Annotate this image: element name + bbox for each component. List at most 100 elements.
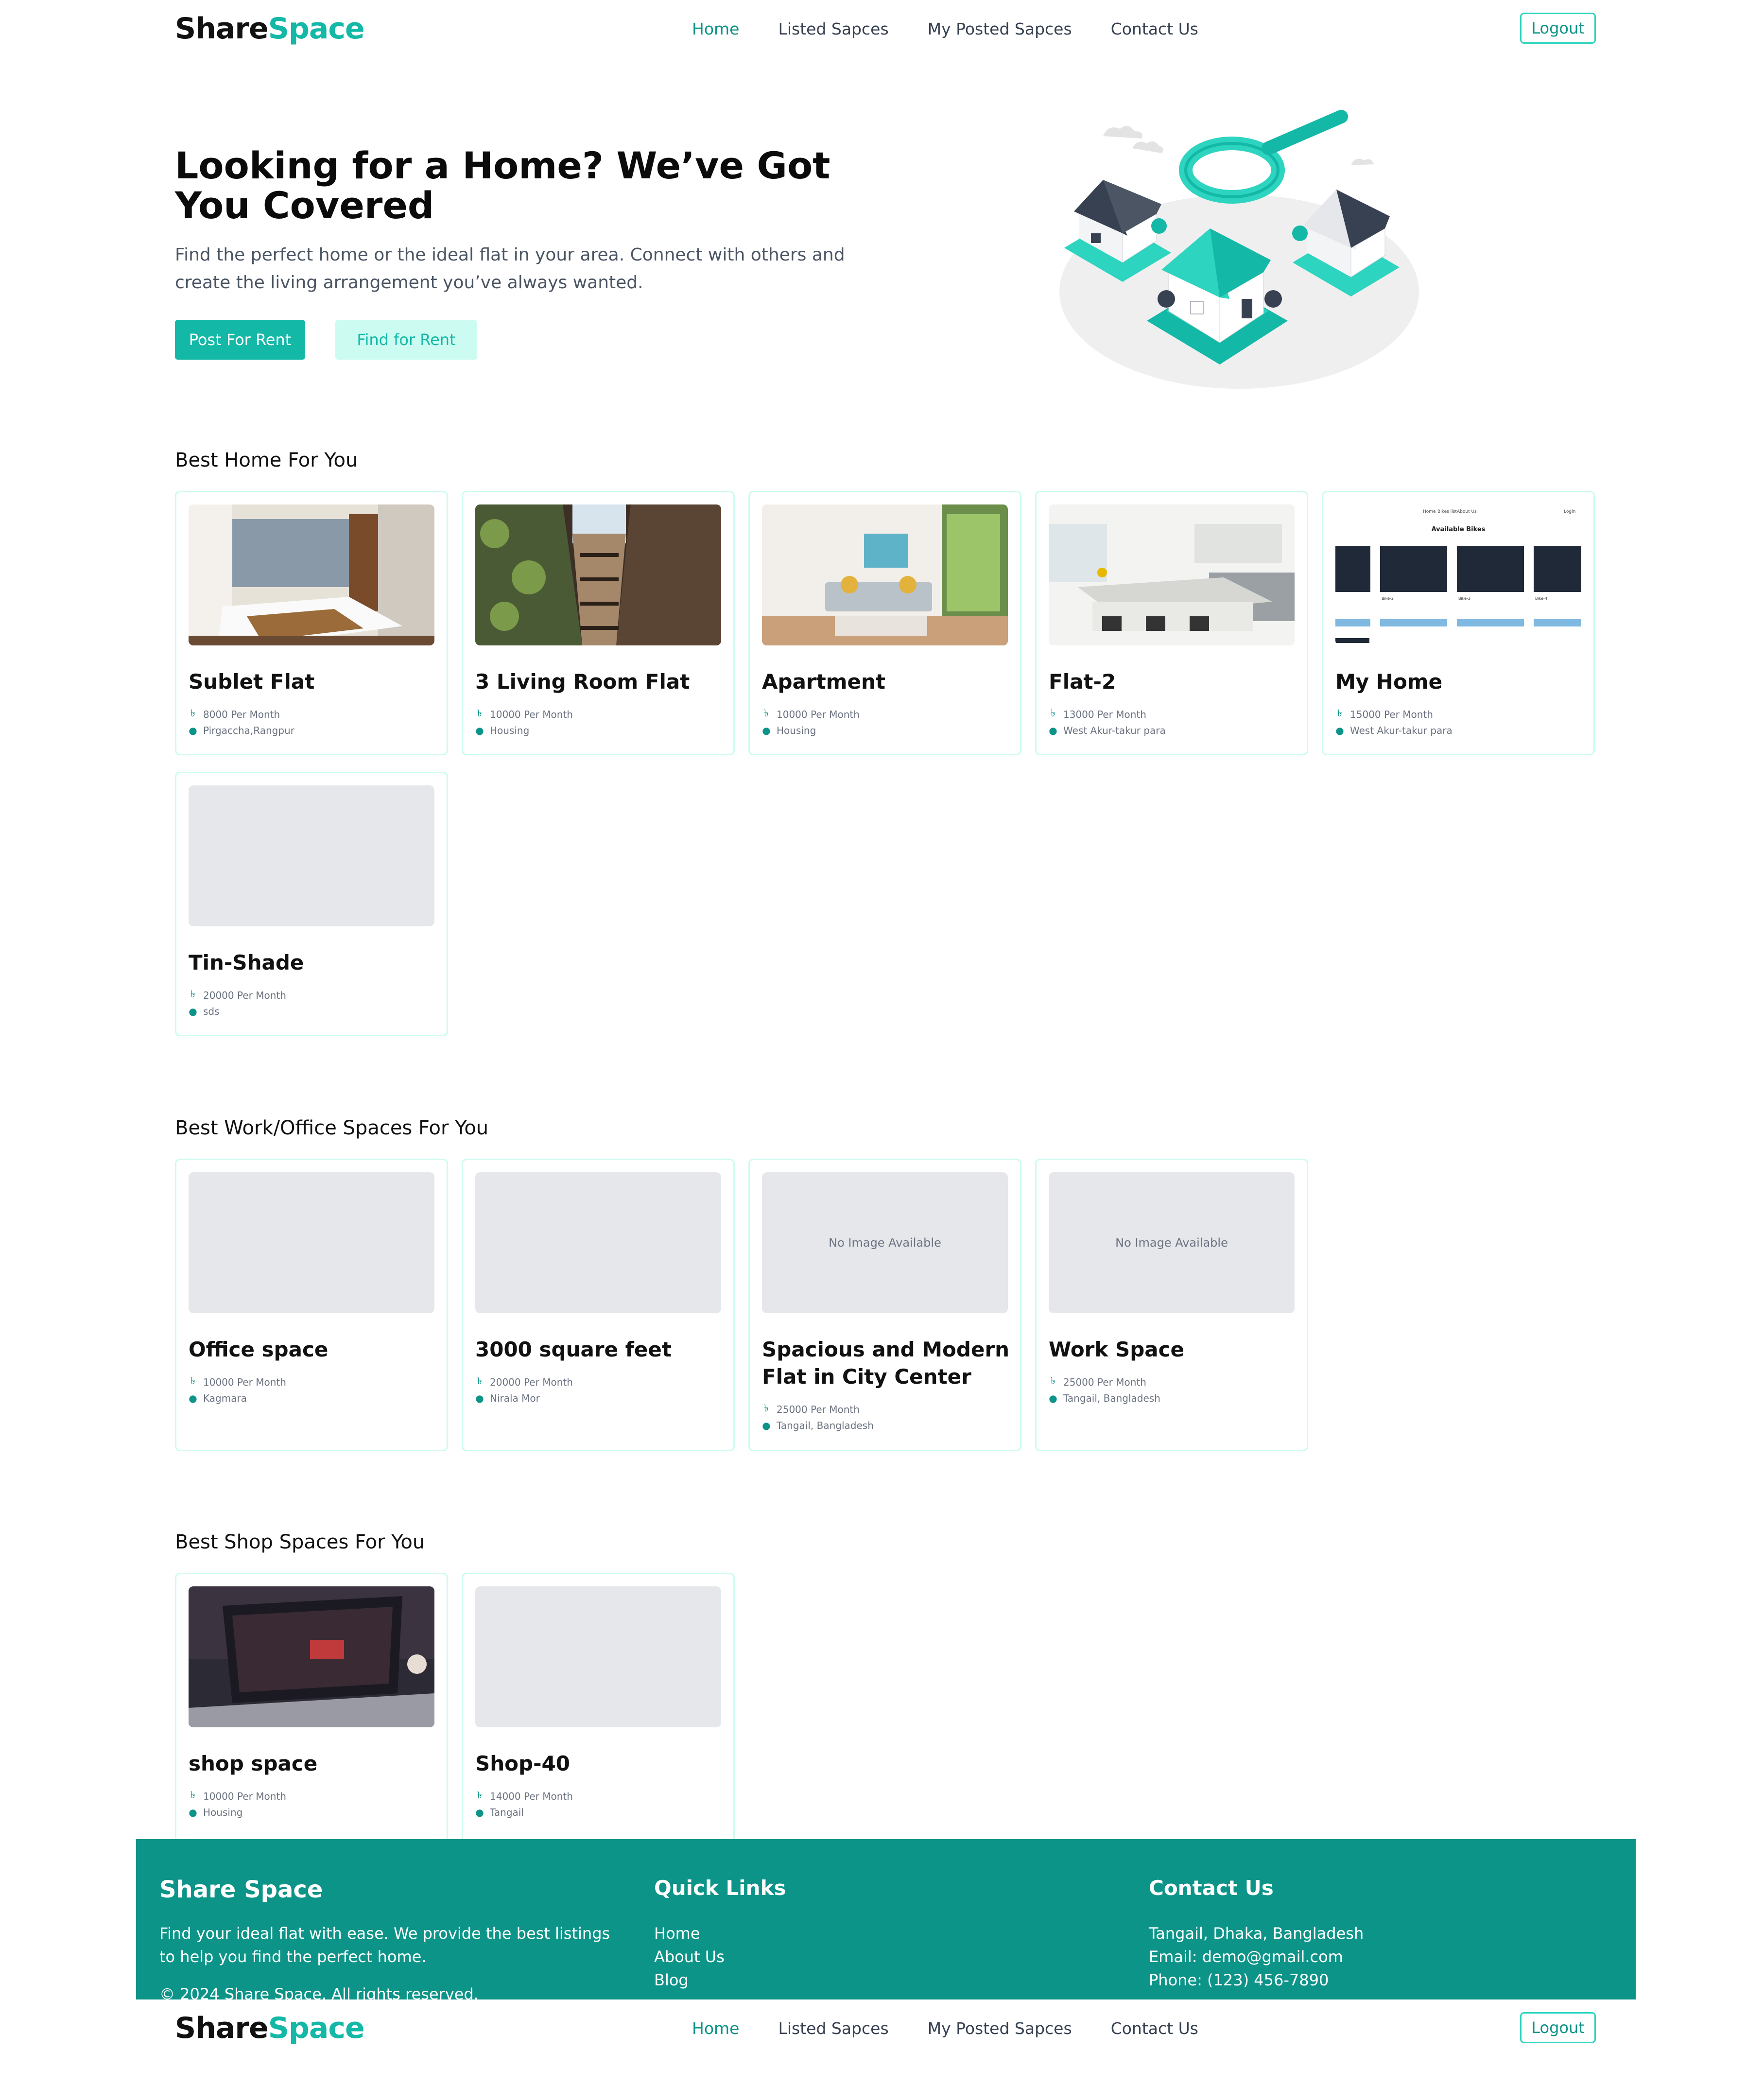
houses-search-illustration bbox=[1059, 110, 1419, 389]
location-text: West Akur-takur para bbox=[1063, 725, 1166, 736]
nav-listed-spaces[interactable]: Listed Sapces bbox=[778, 19, 888, 38]
thumb-bike-4: Bike-4 bbox=[1535, 596, 1547, 601]
thumb-login: Login bbox=[1564, 509, 1575, 514]
location-text: Kagmara bbox=[203, 1392, 247, 1404]
price-text: 20000 Per Month bbox=[203, 989, 286, 1001]
map-pin-icon: ● bbox=[762, 1420, 771, 1431]
listing-location: ● Pirgaccha,Rangpur bbox=[189, 725, 294, 736]
nav-my-posted-spaces[interactable]: My Posted Sapces bbox=[928, 2019, 1072, 2038]
logout-button[interactable]: Logout bbox=[1520, 13, 1596, 44]
brand-part-space: Space bbox=[268, 2011, 365, 2045]
hero-illustration bbox=[1050, 107, 1429, 399]
taka-icon: ৳ bbox=[764, 1402, 769, 1414]
map-pin-icon: ● bbox=[189, 1807, 197, 1818]
no-image-text: No Image Available bbox=[1115, 1236, 1228, 1250]
map-pin-icon: ● bbox=[1049, 1392, 1057, 1404]
brand-part-share: Share bbox=[175, 2011, 269, 2045]
price-text: 10000 Per Month bbox=[203, 1790, 286, 1802]
shop-card-shop-40[interactable]: Shop-40 ৳ 14000 Per Month ● Tangail bbox=[462, 1573, 735, 1845]
footer-contact-title: Contact Us bbox=[1149, 1876, 1274, 1900]
home-card-tin-shade[interactable]: Tin-Shade ৳ 20000 Per Month ● sds bbox=[175, 772, 448, 1036]
work-card-3000-square-feet[interactable]: 3000 square feet ৳ 20000 Per Month ● Niral… bbox=[462, 1159, 735, 1451]
taka-icon: ৳ bbox=[190, 707, 195, 719]
listing-title: 3 Living Room Flat bbox=[475, 670, 690, 694]
price-text: 25000 Per Month bbox=[777, 1403, 860, 1415]
nav-my-posted-spaces[interactable]: My Posted Sapces bbox=[928, 19, 1072, 38]
listing-price: ৳ 10000 Per Month bbox=[475, 706, 573, 722]
listing-location: ● Tangail bbox=[475, 1807, 524, 1818]
listing-title: My Home bbox=[1335, 670, 1443, 694]
location-text: sds bbox=[203, 1006, 220, 1017]
map-pin-icon: ● bbox=[475, 725, 484, 736]
footer-link-home[interactable]: Home bbox=[654, 1922, 725, 1945]
price-text: 20000 Per Month bbox=[490, 1376, 573, 1388]
shop-card-shop-space[interactable]: shop space ৳ 10000 Per Month ● Housing bbox=[175, 1573, 448, 1845]
location-text: Housing bbox=[203, 1807, 243, 1818]
price-text: 25000 Per Month bbox=[1063, 1376, 1146, 1388]
listing-price: ৳ 20000 Per Month bbox=[189, 987, 286, 1003]
price-text: 15000 Per Month bbox=[1350, 708, 1433, 720]
home-card-apartment[interactable]: Apartment ৳ 10000 Per Month ● Housing bbox=[748, 491, 1021, 755]
home-card-sublet-flat[interactable]: Sublet Flat ৳ 8000 Per Month ● Pirgaccha,R… bbox=[175, 491, 448, 755]
listing-location: ● sds bbox=[189, 1006, 220, 1017]
map-pin-icon: ● bbox=[475, 1807, 484, 1818]
taka-icon: ৳ bbox=[1337, 707, 1342, 719]
location-text: Tangail bbox=[490, 1807, 524, 1818]
listing-location: ● Housing bbox=[189, 1807, 242, 1818]
footer-copyright: © 2024 Share Space. All rights reserved. bbox=[159, 1985, 479, 1999]
listing-image-placeholder bbox=[189, 785, 434, 926]
find-for-rent-button[interactable]: Find for Rent bbox=[335, 320, 477, 360]
post-for-rent-button[interactable]: Post For Rent bbox=[175, 320, 305, 360]
brand-logo[interactable]: ShareSpace bbox=[175, 12, 365, 46]
thumb-bike-3: Bike-3 bbox=[1458, 596, 1470, 601]
listing-location: ● Tangail, Bangladesh bbox=[762, 1420, 874, 1431]
home-card-flat-2[interactable]: Flat-2 ৳ 13000 Per Month ● West Akur-takur… bbox=[1035, 491, 1308, 755]
listing-price: ৳ 10000 Per Month bbox=[189, 1788, 286, 1804]
map-pin-icon: ● bbox=[1049, 725, 1057, 736]
thumb-nav-about: About Us bbox=[1457, 509, 1477, 514]
listing-image-placeholder bbox=[189, 1172, 434, 1313]
listing-image bbox=[1049, 504, 1295, 645]
footer-brand: Share Space bbox=[159, 1876, 323, 1903]
listing-title: Spacious and Modern Flat in City Center bbox=[762, 1338, 1010, 1389]
taka-icon: ৳ bbox=[477, 1375, 482, 1387]
nav-contact-us[interactable]: Contact Us bbox=[1111, 19, 1198, 38]
nav-listed-spaces[interactable]: Listed Sapces bbox=[778, 2019, 888, 2038]
listing-title: Apartment bbox=[762, 670, 885, 694]
listing-title: 3000 square feet bbox=[475, 1338, 672, 1361]
home-card-my-home[interactable]: Home Bikes list About Us Login Available… bbox=[1322, 491, 1595, 755]
thumb-heading: Available Bikes bbox=[1432, 526, 1486, 533]
brand-logo[interactable]: ShareSpace bbox=[175, 2011, 365, 2045]
listing-location: ● West Akur-takur para bbox=[1049, 725, 1166, 736]
nav-home[interactable]: Home bbox=[692, 2019, 739, 2038]
location-text: West Akur-takur para bbox=[1350, 725, 1453, 736]
map-pin-icon: ● bbox=[1335, 725, 1344, 736]
footer-link-blog[interactable]: Blog bbox=[654, 1968, 725, 1992]
footer-link-about[interactable]: About Us bbox=[654, 1945, 725, 1968]
listing-image bbox=[762, 504, 1008, 645]
footer-quick-links: Home About Us Blog bbox=[654, 1922, 725, 1992]
taka-icon: ৳ bbox=[190, 988, 195, 1000]
footer-address: Tangail, Dhaka, Bangladesh bbox=[1149, 1924, 1364, 1943]
thumb-nav-home: Home bbox=[1423, 509, 1436, 514]
location-text: Housing bbox=[777, 725, 816, 736]
listing-price: ৳ 14000 Per Month bbox=[475, 1788, 573, 1804]
listing-image-placeholder bbox=[475, 1172, 721, 1313]
work-card-work-space[interactable]: No Image Available Work Space ৳ 25000 Per… bbox=[1035, 1159, 1308, 1451]
thumb-bike-2: Bike-2 bbox=[1382, 596, 1394, 601]
nav-contact-us[interactable]: Contact Us bbox=[1111, 2019, 1198, 2038]
listing-price: ৳ 8000 Per Month bbox=[189, 706, 280, 722]
work-card-office-space[interactable]: Office space ৳ 10000 Per Month ● Kagmara bbox=[175, 1159, 448, 1451]
website-screenshot-image: Home Bikes list About Us Login Available… bbox=[1335, 504, 1581, 645]
taka-icon: ৳ bbox=[477, 707, 482, 719]
work-card-spacious-modern-flat[interactable]: No Image Available Spacious and Modern F… bbox=[748, 1159, 1021, 1451]
home-card-3-living-room-flat[interactable]: 3 Living Room Flat ৳ 10000 Per Month ● Hou… bbox=[462, 491, 735, 755]
location-text: Pirgaccha,Rangpur bbox=[203, 725, 294, 736]
listing-image-placeholder bbox=[475, 1586, 721, 1727]
nav-home[interactable]: Home bbox=[692, 19, 739, 38]
sticky-navbar: ShareSpace Home Listed Sapces My Posted … bbox=[0, 1999, 1764, 2086]
section-title-home: Best Home For You bbox=[175, 449, 358, 471]
listing-price: ৳ 10000 Per Month bbox=[189, 1374, 286, 1390]
price-text: 13000 Per Month bbox=[1063, 708, 1146, 720]
logout-button[interactable]: Logout bbox=[1520, 2012, 1596, 2043]
